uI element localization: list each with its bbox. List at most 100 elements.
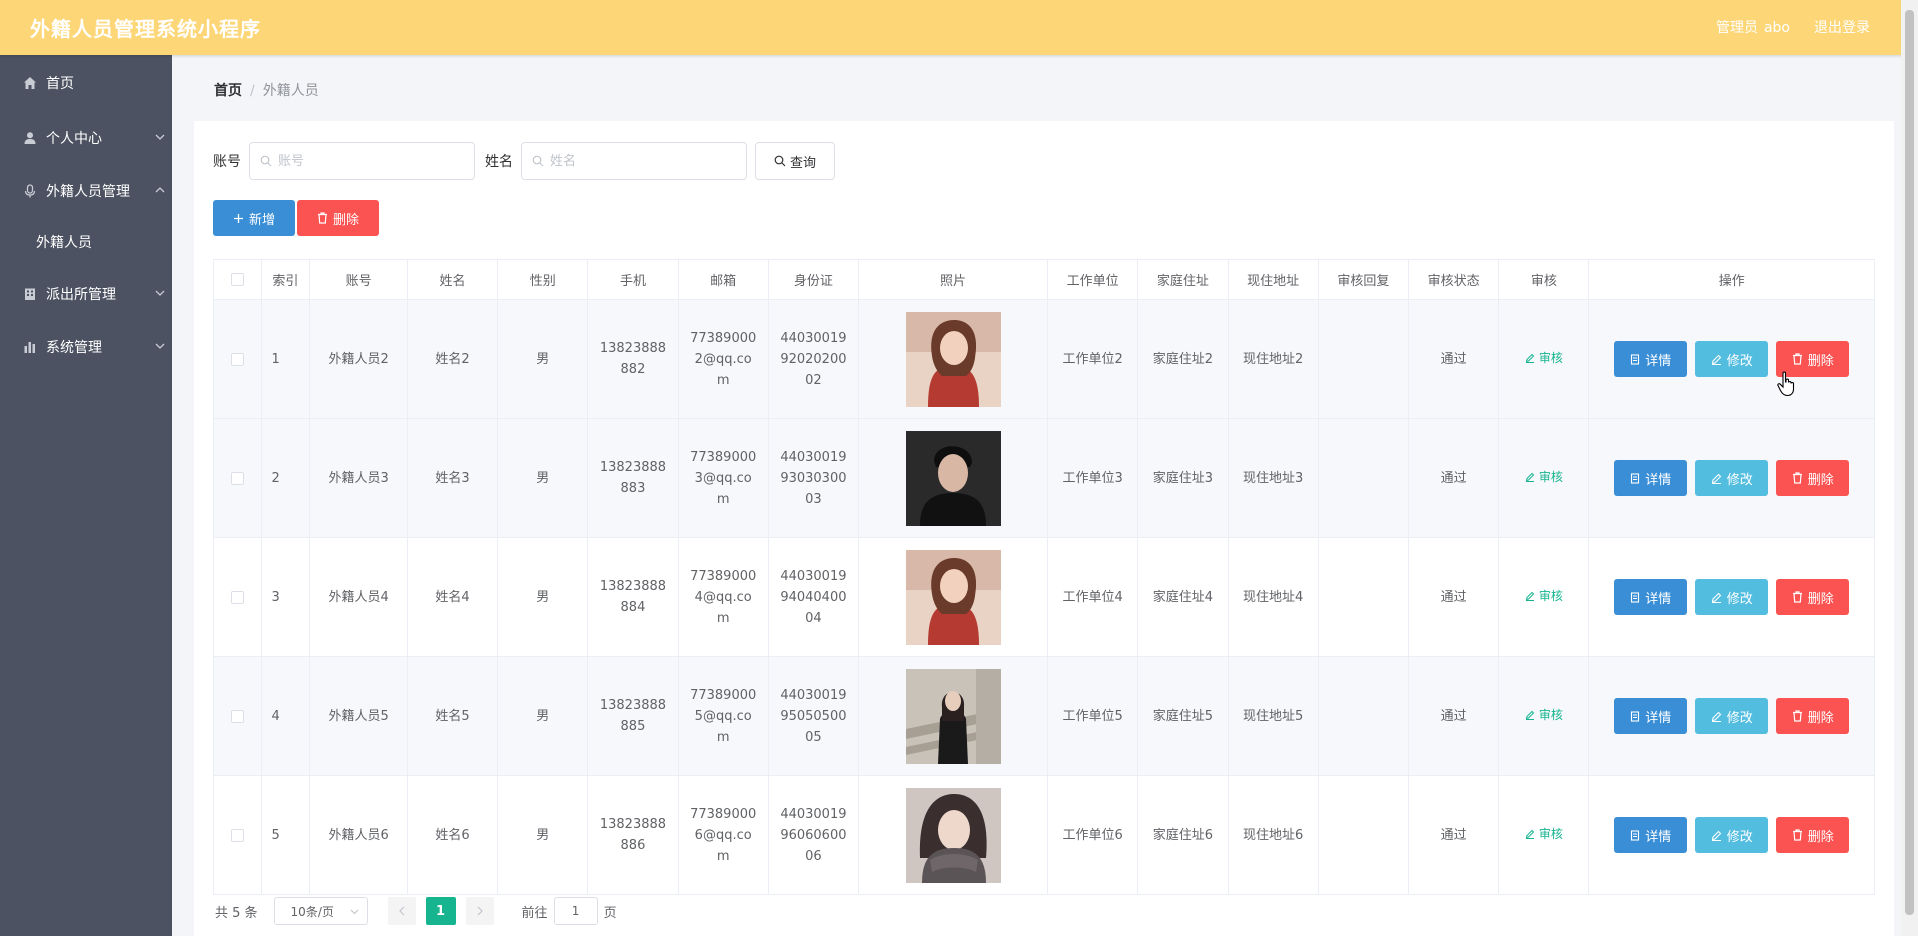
detail-button[interactable]: 详情 xyxy=(1614,817,1688,853)
delete-button[interactable]: 删除 xyxy=(1776,460,1850,496)
cell-work-unit: 工作单位2 xyxy=(1047,299,1139,419)
edit-button[interactable]: 修改 xyxy=(1695,579,1769,615)
cell-gender: 男 xyxy=(497,537,589,657)
cell-current-address: 现住地址5 xyxy=(1227,656,1319,776)
audit-link[interactable]: 审核 xyxy=(1525,467,1563,488)
audit-link[interactable]: 审核 xyxy=(1525,705,1563,726)
cell-home-address: 家庭住址5 xyxy=(1137,656,1229,776)
row-checkbox[interactable] xyxy=(230,352,244,366)
cell-current-address: 现住地址2 xyxy=(1227,299,1319,419)
sidebar-item-system-management[interactable]: 系统管理 xyxy=(0,320,172,373)
edit-button[interactable]: 修改 xyxy=(1695,460,1769,496)
column-header: 索引 xyxy=(260,259,311,300)
breadcrumb-home[interactable]: 首页 xyxy=(214,83,242,99)
sidebar-label-foreigners: 外籍人员 xyxy=(36,235,92,251)
column-header: 现住地址 xyxy=(1227,259,1319,300)
page-scrollbar[interactable] xyxy=(1901,0,1918,936)
name-search-input[interactable] xyxy=(550,143,740,179)
sidebar-item-personal-center[interactable]: 个人中心 xyxy=(0,111,172,164)
cell-account: 外籍人员4 xyxy=(309,537,408,657)
page-number-current[interactable]: 1 xyxy=(425,897,456,925)
edit-icon xyxy=(1711,473,1721,484)
cell-home-address: 家庭住址2 xyxy=(1137,299,1229,419)
sidebar: 首页 个人中心 外籍人员管理 外籍人员 派出所管理 系统管理 xyxy=(0,55,172,936)
account-label: 账号 xyxy=(213,154,241,170)
page-jumper: 前往 1 页 xyxy=(522,897,617,925)
photo-girl-red-sweater[interactable] xyxy=(905,549,1001,645)
edit-button[interactable]: 修改 xyxy=(1695,698,1769,734)
photo-girl-stairs[interactable] xyxy=(905,668,1001,764)
trash-icon xyxy=(1792,591,1802,603)
cell-audit: 审核 xyxy=(1498,299,1590,419)
sidebar-label-home: 首页 xyxy=(46,76,74,92)
select-all-checkbox[interactable] xyxy=(230,273,244,286)
delete-button-label: 删除 xyxy=(1807,710,1834,726)
logout-link[interactable]: 退出登录 xyxy=(1814,17,1870,37)
detail-button[interactable]: 详情 xyxy=(1614,460,1688,496)
admin-label: 管理员 xyxy=(1715,20,1758,36)
search-bar: 账号 姓名 查询 xyxy=(213,142,836,180)
edit-icon xyxy=(1711,830,1721,841)
detail-button-label: 详情 xyxy=(1645,472,1672,488)
detail-button-label: 详情 xyxy=(1645,710,1672,726)
delete-button[interactable]: 删除 xyxy=(1776,698,1850,734)
column-header: 姓名 xyxy=(406,259,499,300)
sidebar-item-home[interactable]: 首页 xyxy=(0,55,172,111)
sidebar-item-police-station-management[interactable]: 派出所管理 xyxy=(0,267,172,320)
pagination-total: 共 5 条 xyxy=(215,905,258,921)
detail-button[interactable]: 详情 xyxy=(1614,579,1688,615)
table-header-row: 索引 账号 姓名 性别 手机 邮箱 身份证 照片 工作单位 家庭住址 现住地址 … xyxy=(213,259,1875,300)
cell-audit-reply xyxy=(1317,656,1409,776)
breadcrumb-current: 外籍人员 xyxy=(262,83,319,99)
query-button[interactable]: 查询 xyxy=(755,142,836,180)
audit-link[interactable]: 审核 xyxy=(1525,586,1563,607)
goto-page-input[interactable]: 1 xyxy=(553,897,598,925)
row-checkbox[interactable] xyxy=(230,828,244,842)
scrollbar-thumb[interactable] xyxy=(1905,10,1914,915)
cell-name: 姓名5 xyxy=(406,656,499,776)
cell-email: 773890006@qq.com xyxy=(677,775,769,895)
next-page-button[interactable] xyxy=(465,897,494,925)
audit-link[interactable]: 审核 xyxy=(1525,348,1563,369)
detail-button[interactable]: 详情 xyxy=(1614,341,1688,377)
add-button[interactable]: 新增 xyxy=(213,200,295,236)
delete-button[interactable]: 删除 xyxy=(1776,817,1850,853)
cell-phone: 13823888884 xyxy=(587,537,679,657)
edit-icon xyxy=(1525,473,1535,483)
chevron-right-icon xyxy=(477,906,483,916)
cell-audit-status: 通过 xyxy=(1407,299,1500,419)
delete-button[interactable]: 删除 xyxy=(1776,579,1850,615)
cell-email: 773890005@qq.com xyxy=(677,656,769,776)
row-checkbox[interactable] xyxy=(230,709,244,723)
row-checkbox[interactable] xyxy=(230,590,244,604)
sidebar-item-foreigner-management[interactable]: 外籍人员管理 xyxy=(0,164,172,217)
pagination: 共 5 条 10条/页 1 前往 1 页 xyxy=(215,897,617,925)
edit-icon xyxy=(1711,354,1721,365)
edit-icon xyxy=(1525,830,1535,840)
detail-button[interactable]: 详情 xyxy=(1614,698,1688,734)
page-size-select[interactable]: 10条/页 xyxy=(273,897,368,925)
cell-photo xyxy=(858,537,1049,657)
sidebar-subitem-foreigners[interactable]: 外籍人员 xyxy=(0,217,172,267)
photo-girl-scarf[interactable] xyxy=(905,787,1001,883)
cell-operations: 详情 修改 删除 xyxy=(1588,775,1875,895)
cell-audit-status: 通过 xyxy=(1407,418,1500,538)
cell-operations: 详情 修改 删除 xyxy=(1588,537,1875,657)
account-search-input[interactable] xyxy=(278,143,468,179)
audit-link[interactable]: 审核 xyxy=(1525,824,1563,845)
cell-work-unit: 工作单位4 xyxy=(1047,537,1139,657)
prev-page-button[interactable] xyxy=(387,897,416,925)
cell-audit-status: 通过 xyxy=(1407,775,1500,895)
batch-delete-button[interactable]: 删除 xyxy=(297,200,379,236)
edit-button[interactable]: 修改 xyxy=(1695,341,1769,377)
admin-name: abo xyxy=(1763,20,1790,36)
row-checkbox[interactable] xyxy=(230,471,244,485)
column-header: 账号 xyxy=(309,259,408,300)
edit-button[interactable]: 修改 xyxy=(1695,817,1769,853)
photo-girl-red-sweater[interactable] xyxy=(905,311,1001,407)
edit-button-label: 修改 xyxy=(1726,710,1753,726)
chevron-down-icon xyxy=(155,134,165,140)
audit-link-label: 审核 xyxy=(1538,350,1563,365)
photo-boy-dark[interactable] xyxy=(905,430,1001,526)
breadcrumb-separator: / xyxy=(250,83,255,99)
